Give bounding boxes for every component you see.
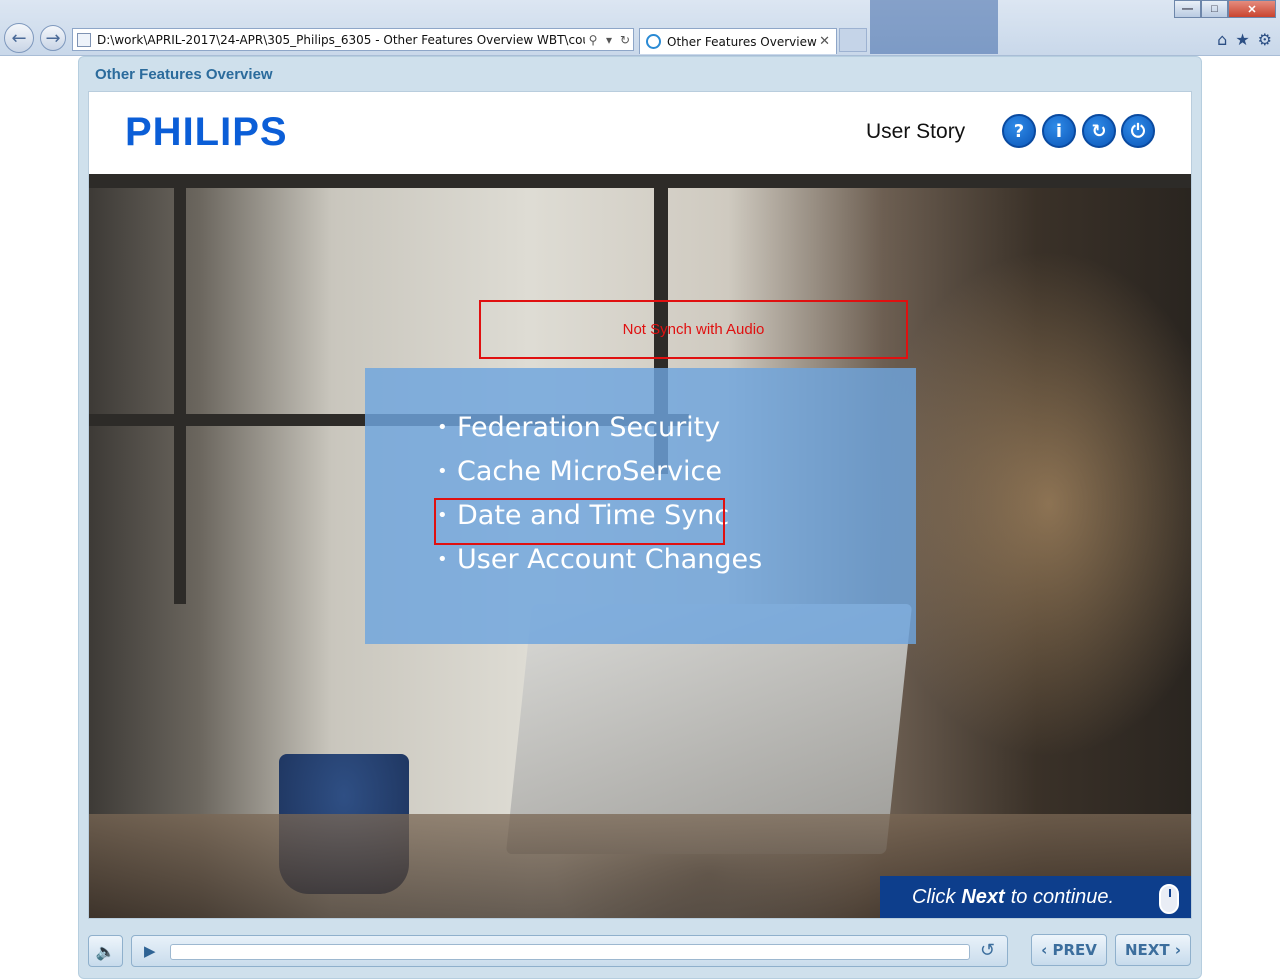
window-controls: — □ ✕ [1174,0,1276,18]
seekbar: ▶ ↺ [131,935,1008,967]
home-icon[interactable]: ⌂ [1217,30,1227,49]
help-icon: ? [1013,120,1025,142]
next-label: NEXT [1124,941,1170,959]
back-arrow-icon[interactable]: ← [4,23,34,53]
replay-icon[interactable]: ↺ [980,940,995,961]
mouse-icon [1159,884,1179,914]
course-player: Other Features Overview PHILIPS User Sto… [78,56,1202,979]
background-ribbon [0,0,1280,54]
close-window-icon[interactable]: ✕ [1228,0,1276,18]
background-photo: Not Synch with Audio • Federation Securit… [89,174,1191,918]
bullet-text: Federation Security [457,412,721,443]
continue-prefix: Click [912,885,956,908]
address-bar[interactable]: D:\work\APRIL-2017\24-APR\305_Philips_63… [72,28,634,51]
minimize-icon[interactable]: — [1174,0,1201,18]
settings-gear-icon[interactable]: ⚙ [1258,30,1272,49]
search-icon[interactable]: ⚲ [585,33,601,47]
chevron-right-icon: › [1169,941,1181,959]
next-button[interactable]: NEXT › [1115,934,1191,966]
tab-title: Other Features Overview [667,34,817,49]
slide: PHILIPS User Story ? i ↻ ⏻ Not Synch wit… [88,91,1192,919]
browser-toolbar: ⌂ ★ ⚙ [1217,30,1272,49]
info-icon: i [1055,120,1063,142]
power-icon: ⏻ [1130,120,1146,142]
bullet-text: Cache MicroService [457,456,723,487]
prev-label: PREV [1052,941,1097,959]
continue-prompt: Click Next to continue. [880,876,1191,918]
volume-button[interactable]: 🔈 [88,935,123,967]
dropdown-icon[interactable]: ▾ [601,33,617,47]
header-label: User Story [866,120,966,143]
philips-logo: PHILIPS [125,110,288,154]
restart-icon: ↻ [1091,120,1107,142]
list-item: • Cache MicroService [437,456,723,487]
chevron-left-icon: ‹ [1041,941,1053,959]
help-button[interactable]: ? [1002,114,1036,148]
progress-track[interactable] [170,944,970,960]
browser-chrome: ← → D:\work\APRIL-2017\24-APR\305_Philip… [0,0,1280,56]
favorites-star-icon[interactable]: ★ [1235,30,1249,49]
bullet-text: User Account Changes [457,544,763,575]
page-icon [77,32,91,47]
continue-suffix: to continue. [1010,885,1115,908]
new-tab-button[interactable] [839,28,867,52]
exit-button[interactable]: ⏻ [1121,114,1155,148]
restart-button[interactable]: ↻ [1082,114,1116,148]
player-title: Other Features Overview [95,66,273,83]
maximize-icon[interactable]: □ [1201,0,1228,18]
tab-other-features[interactable]: Other Features Overview ✕ [639,28,837,54]
prev-button[interactable]: ‹ PREV [1031,934,1107,966]
window-frame-left [174,174,186,604]
play-icon[interactable]: ▶ [144,942,156,960]
close-tab-icon[interactable]: ✕ [819,34,830,49]
refresh-icon[interactable]: ↻ [617,33,633,47]
info-button[interactable]: i [1042,114,1076,148]
review-annotation-box: Not Synch with Audio [479,300,908,359]
review-annotation-text: Not Synch with Audio [622,321,765,338]
forward-arrow-icon[interactable]: → [40,25,66,51]
continue-bold: Next [961,885,1005,908]
speaker-icon: 🔈 [95,941,116,961]
window-frame-top [89,174,1191,188]
ie-icon [646,34,661,49]
bullet-list: • Federation Security • Cache MicroService… [437,406,762,582]
list-item: • Federation Security [437,412,721,443]
slide-header: PHILIPS User Story ? i ↻ ⏻ [89,92,1191,174]
review-highlight-box [434,498,725,545]
address-url[interactable]: D:\work\APRIL-2017\24-APR\305_Philips_63… [97,33,585,47]
